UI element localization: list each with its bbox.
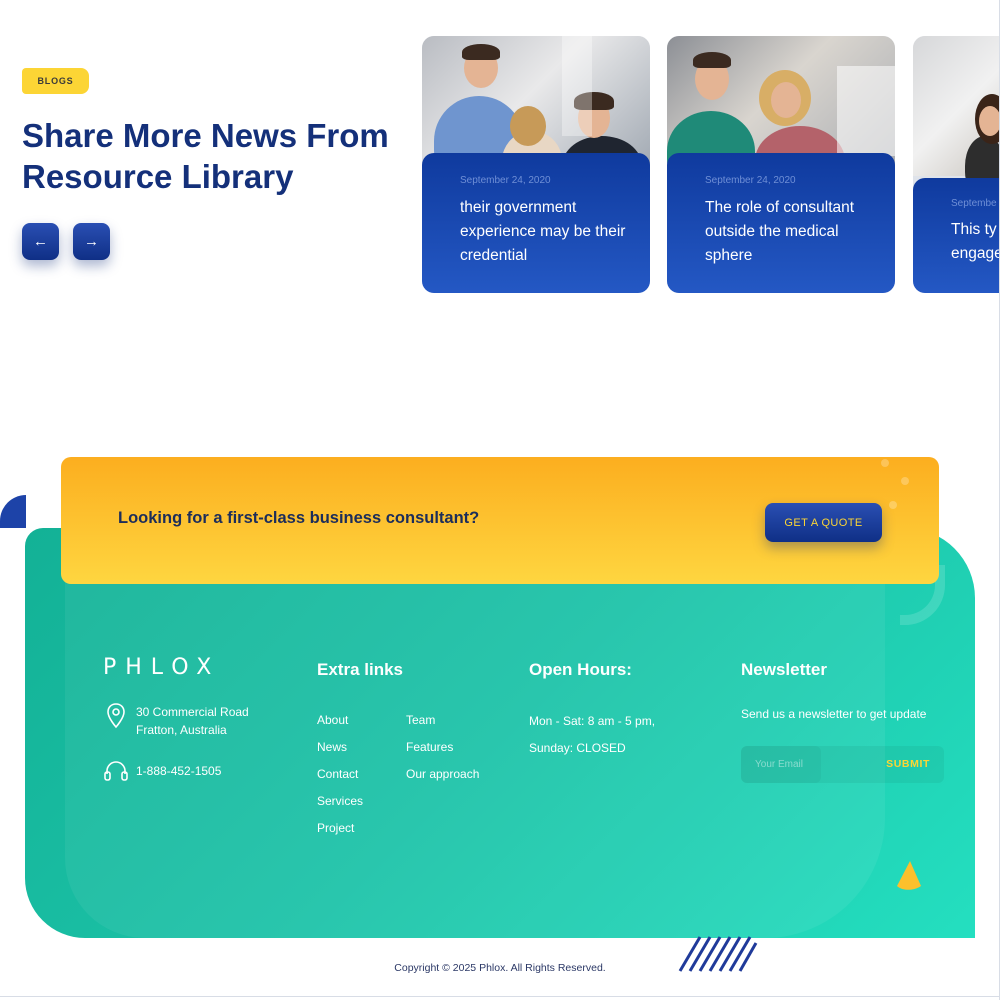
newsletter-form: SUBMIT xyxy=(741,746,944,783)
card-title[interactable]: their government experience may be their… xyxy=(460,196,640,268)
newsletter-text: Send us a newsletter to get update xyxy=(741,707,927,721)
footer-link-services[interactable]: Services xyxy=(317,794,363,808)
location-pin-icon xyxy=(103,703,129,729)
decorative-dots xyxy=(859,457,919,517)
extra-links-title: Extra links xyxy=(317,660,403,679)
footer-link-contact[interactable]: Contact xyxy=(317,767,358,781)
card-title-line: engage xyxy=(951,245,1000,262)
address: 30 Commercial Road Fratton, Australia xyxy=(103,703,249,739)
card-date: September 24, 2020 xyxy=(705,175,796,186)
hours-weekday: Mon - Sat: 8 am - 5 pm, xyxy=(529,714,656,728)
divider xyxy=(0,996,1000,997)
card-body: September 24, 2020 their government expe… xyxy=(422,153,650,293)
email-field[interactable] xyxy=(741,746,821,783)
address-line: Fratton, Australia xyxy=(136,723,227,737)
arrow-right-icon: → xyxy=(84,233,99,250)
card-body: September 24, 2020 The role of consultan… xyxy=(667,153,895,293)
copyright: Copyright © 2025 Phlox. All Rights Reser… xyxy=(394,962,606,974)
footer-link-features[interactable]: Features xyxy=(406,740,453,754)
prev-button[interactable]: ← xyxy=(22,223,59,260)
phone: 1-888-452-1505 xyxy=(103,758,221,784)
blog-card[interactable]: September 24, 2020 The role of consultan… xyxy=(667,36,895,293)
footer-link-project[interactable]: Project xyxy=(317,821,354,835)
submit-button[interactable]: SUBMIT xyxy=(886,758,930,770)
card-title[interactable]: The role of consultant outside the medic… xyxy=(705,196,885,268)
card-title-line: This ty xyxy=(951,221,997,238)
next-button[interactable]: → xyxy=(73,223,110,260)
address-line: 30 Commercial Road xyxy=(136,705,249,719)
section-title: Share More News From Resource Library xyxy=(22,117,389,195)
phone-number[interactable]: 1-888-452-1505 xyxy=(136,758,221,780)
open-hours-title: Open Hours: xyxy=(529,660,632,679)
decorative-shape xyxy=(0,495,26,528)
footer-link-team[interactable]: Team xyxy=(406,713,435,727)
decorative-leaf xyxy=(897,861,921,890)
card-date: Septembe xyxy=(951,198,997,209)
decorative-blob xyxy=(65,548,885,938)
footer-link-our-approach[interactable]: Our approach xyxy=(406,767,479,781)
footer-link-about[interactable]: About xyxy=(317,713,348,727)
footer-link-news[interactable]: News xyxy=(317,740,347,754)
card-title[interactable]: This ty engage xyxy=(951,218,1000,266)
cta-text: Looking for a first-class business consu… xyxy=(118,509,480,527)
blogs-tag: BLOGS xyxy=(22,68,89,94)
blog-card[interactable]: September 24, 2020 their government expe… xyxy=(422,36,650,293)
card-date: September 24, 2020 xyxy=(460,175,551,186)
blog-card[interactable]: Septembe This ty engage xyxy=(913,36,1000,293)
headphones-icon xyxy=(103,758,129,784)
hours-sunday: Sunday: CLOSED xyxy=(529,741,626,755)
footer-logo[interactable]: PHLOX xyxy=(103,655,220,680)
blog-photo xyxy=(913,36,1000,196)
newsletter-title: Newsletter xyxy=(741,660,827,679)
cta-banner: Looking for a first-class business consu… xyxy=(61,457,939,584)
arrow-left-icon: ← xyxy=(33,233,48,250)
card-body: Septembe This ty engage xyxy=(913,178,1000,293)
